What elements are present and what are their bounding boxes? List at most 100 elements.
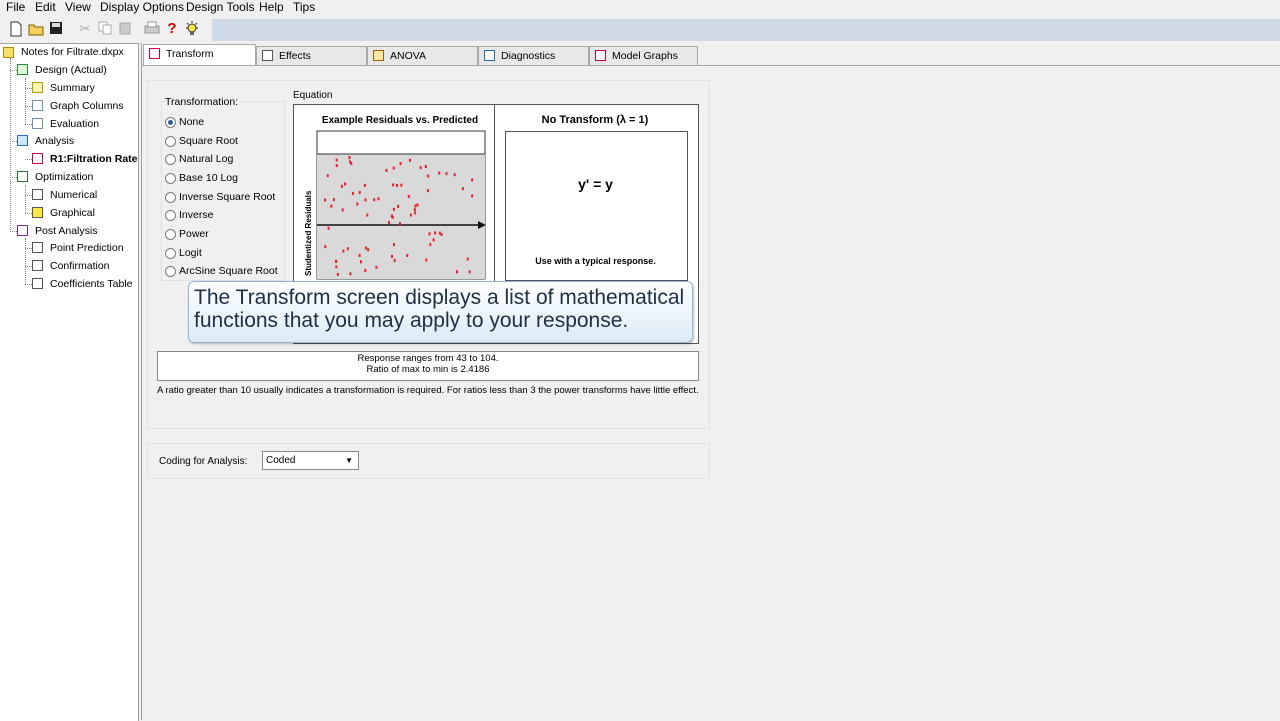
residual-point [419,166,422,170]
tab-effects[interactable]: Effects [256,46,367,65]
residual-point [429,243,432,246]
tab-anova[interactable]: ANOVA [367,46,478,65]
tooltip-line-1: The Transform screen displays a list of … [194,286,685,309]
radio-square-root[interactable] [165,136,176,147]
radio-label-square-root[interactable]: Square Root [179,135,238,147]
residual-point [388,220,390,224]
residual-point [327,226,330,230]
residual-point [461,187,464,191]
menu-bar: File Edit View Display Options Design To… [0,0,1280,14]
tree-item-optimization[interactable]: Optimization [35,171,93,184]
tree-branch [25,266,32,267]
menu-help[interactable]: Help [259,0,284,14]
residual-point [409,213,412,217]
radio-logit[interactable] [165,248,176,259]
ranges-line-2: Ratio of max to min is 2.4186 [366,364,490,375]
radio-base-10-log[interactable] [165,173,176,184]
tree-item-post-analysis[interactable]: Post Analysis [35,225,97,238]
radio-label-arcsine-square-root[interactable]: ArcSine Square Root [179,265,278,277]
help-question-icon[interactable]: ? [164,21,180,37]
tree-item-point-prediction[interactable]: Point Prediction [50,242,124,255]
menu-edit[interactable]: Edit [35,0,56,14]
residual-point [344,182,347,186]
tab-diagnostics[interactable]: Diagnostics [478,46,589,65]
radio-power[interactable] [165,229,176,240]
new-file-icon[interactable] [8,21,24,37]
residual-point [364,268,367,272]
residual-point [396,183,398,187]
tree-branch [25,124,32,125]
residual-point [375,265,378,269]
residual-point [340,184,343,188]
residual-point [468,270,471,274]
tree-item-graphical[interactable]: Graphical [50,207,95,220]
chevron-down-icon[interactable]: ▼ [345,452,353,469]
menu-design-tools[interactable]: Design Tools [186,0,254,14]
radio-label-power[interactable]: Power [179,228,209,240]
radio-arcsine-square-root[interactable] [165,266,176,277]
residual-point [332,198,335,201]
tab-model-graphs[interactable]: Model Graphs [589,46,698,65]
tip-lightbulb-icon[interactable] [184,21,200,37]
radio-label-inverse[interactable]: Inverse [179,209,213,221]
summary-icon [32,82,43,93]
residual-point [427,174,430,178]
tree-item-summary[interactable]: Summary [50,82,95,95]
tree-item-confirmation[interactable]: Confirmation [50,260,110,273]
menu-view[interactable]: View [65,0,91,14]
point-prediction-icon [32,242,43,253]
residual-point [335,158,338,162]
print-icon[interactable] [144,21,160,37]
paste-icon[interactable] [117,21,133,37]
residual-point [342,249,345,253]
tree-item-analysis[interactable]: Analysis [35,135,74,148]
radio-label-none[interactable]: None [179,116,204,128]
tree-root[interactable]: Notes for Filtrate.dxpx [21,46,124,59]
coding-select[interactable]: Coded ▼ [262,451,359,470]
residual-point [425,258,428,262]
residual-point [407,195,410,198]
graph-columns-icon [32,100,43,111]
menu-display-options[interactable]: Display Options [100,0,184,14]
tree-branch [25,195,32,196]
residual-point [373,198,376,202]
residual-point [346,247,349,251]
tree-item-numerical[interactable]: Numerical [50,189,97,202]
open-folder-icon[interactable] [28,21,44,37]
ranges-line-1: Response ranges from 43 to 104. [357,353,499,364]
menu-tips[interactable]: Tips [293,0,315,14]
radio-label-inverse-square-root[interactable]: Inverse Square Root [179,191,275,203]
tree-item-evaluation[interactable]: Evaluation [50,118,99,131]
tooltip-line-2: functions that you may apply to your res… [194,309,629,332]
tree-item-r1-filtration-rate[interactable]: R1:Filtration Rate [50,153,138,166]
diagnostics-tab-icon [484,50,495,61]
tree-connector [25,78,26,124]
residual-point [471,194,474,198]
formula-note: Use with a typical response. [535,256,656,266]
folder-icon [3,47,14,58]
radio-inverse[interactable] [165,210,176,221]
radio-label-base-10-log[interactable]: Base 10 Log [179,172,238,184]
residual-point [335,265,338,269]
residual-point [414,211,417,215]
tab-strip-line [141,65,1280,66]
copy-icon[interactable] [97,21,113,37]
residual-point [392,183,395,187]
radio-label-logit[interactable]: Logit [179,247,202,259]
tree-item-coefficients-table[interactable]: Coefficients Table [50,278,133,291]
save-icon[interactable] [48,21,64,37]
tree-item-graph-columns[interactable]: Graph Columns [50,100,124,113]
cut-icon[interactable]: ✂ [77,21,93,37]
radio-none[interactable] [165,117,176,128]
response-chart-icon [32,153,43,164]
tab-transform[interactable]: Transform [143,44,256,65]
residual-point [413,208,416,212]
radio-natural-log[interactable] [165,154,176,165]
tree-item-design[interactable]: Design (Actual) [35,64,107,77]
residual-point [438,171,441,175]
residual-point [434,231,437,235]
radio-inverse-square-root[interactable] [165,192,176,203]
menu-file[interactable]: File [6,0,25,14]
radio-label-natural-log[interactable]: Natural Log [179,153,233,165]
residual-point [358,190,361,194]
